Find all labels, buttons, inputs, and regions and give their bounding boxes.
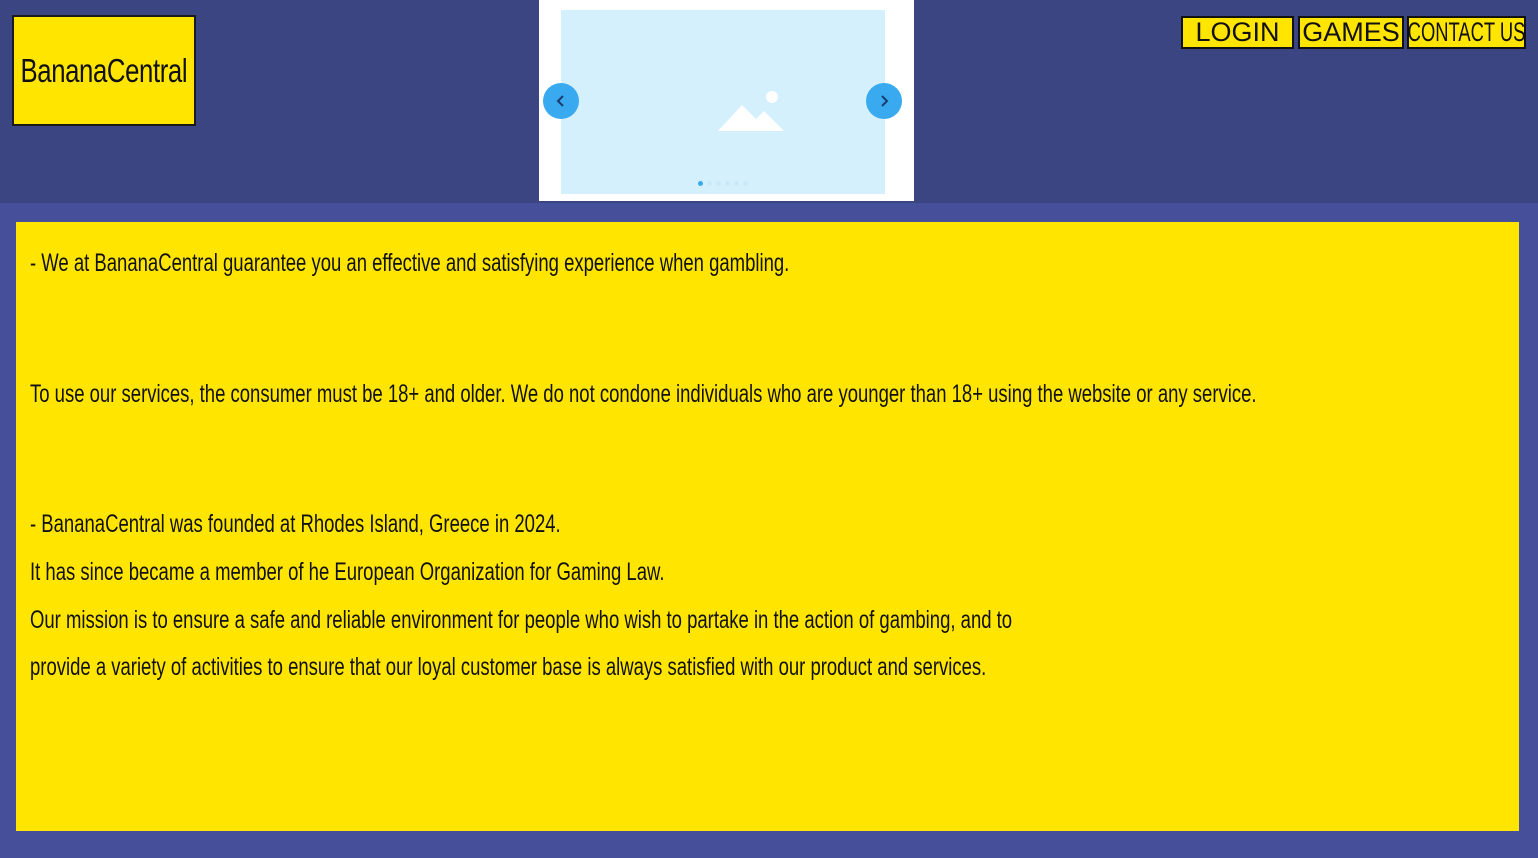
chevron-left-icon — [556, 95, 564, 107]
header: BananaCentral LOGIN GAMES CONTACT US — [0, 0, 1538, 203]
carousel-dot[interactable] — [734, 181, 739, 186]
founded-text: - BananaCentral was founded at Rhodes Is… — [30, 510, 561, 538]
carousel-dot[interactable] — [725, 181, 730, 186]
carousel-indicators — [698, 181, 748, 186]
login-button[interactable]: LOGIN — [1181, 16, 1294, 49]
mission-text-2: provide a variety of activities to ensur… — [30, 653, 987, 681]
contact-us-label: CONTACT US — [1407, 17, 1526, 47]
logo[interactable]: BananaCentral — [12, 15, 196, 126]
logo-text: BananaCentral — [20, 51, 188, 89]
image-placeholder-icon — [718, 91, 784, 131]
carousel-slide[interactable] — [561, 10, 885, 194]
guarantee-text: - We at BananaCentral guarantee you an e… — [30, 249, 790, 277]
contact-us-button[interactable]: CONTACT US — [1407, 16, 1526, 49]
login-label: LOGIN — [1195, 17, 1280, 47]
carousel-dot[interactable] — [716, 181, 721, 186]
mission-text-1: Our mission is to ensure a safe and reli… — [30, 606, 1013, 634]
carousel-prev-button[interactable] — [543, 83, 579, 119]
carousel-dot[interactable] — [707, 181, 712, 186]
carousel-dot[interactable] — [698, 181, 703, 186]
membership-text: It has since became a member of he Europ… — [30, 558, 665, 586]
age-requirement-text: To use our services, the consumer must b… — [30, 380, 1257, 408]
games-button[interactable]: GAMES — [1298, 16, 1404, 49]
carousel-next-button[interactable] — [866, 83, 902, 119]
games-label: GAMES — [1302, 17, 1400, 47]
carousel-dot[interactable] — [743, 181, 748, 186]
about-section: - We at BananaCentral guarantee you an e… — [16, 222, 1519, 831]
image-carousel — [539, 0, 914, 201]
chevron-right-icon — [881, 95, 889, 107]
